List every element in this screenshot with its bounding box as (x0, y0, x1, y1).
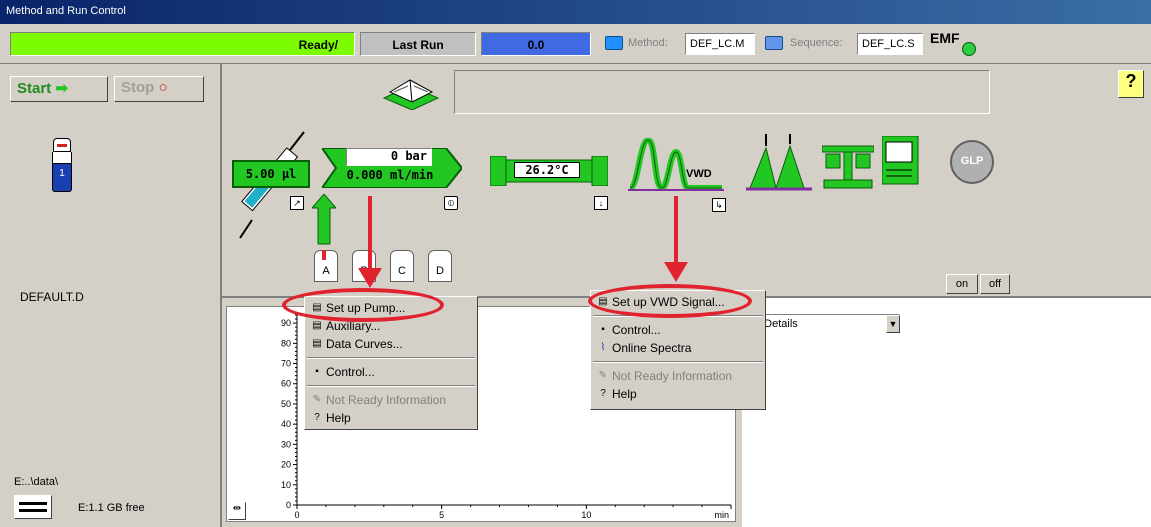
vwd-annotation-arrow-head (664, 262, 688, 282)
set-up-vwd-highlight (588, 284, 752, 318)
set-up-pump-highlight (282, 288, 444, 322)
annotation-overlay (358, 196, 688, 288)
pump-annotation-arrow-head (358, 268, 382, 288)
